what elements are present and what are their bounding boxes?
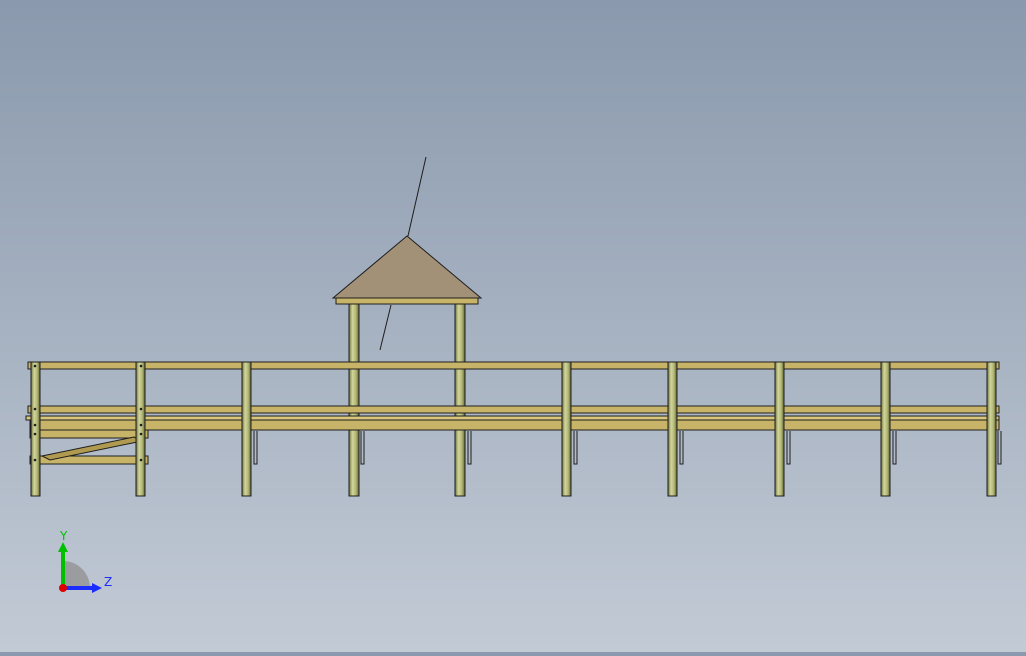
post[interactable] [241,361,252,497]
roof-brace-line [379,304,392,351]
stair-frame[interactable] [29,429,149,439]
gazebo-roof[interactable] [331,235,483,299]
top-handrail[interactable] [27,361,1000,370]
y-axis-arrow [58,542,68,552]
post[interactable] [774,361,785,497]
gazebo-roof-fascia[interactable] [335,297,479,305]
post[interactable] [667,361,678,497]
post[interactable] [561,361,572,497]
post[interactable] [986,361,997,497]
x-axis-dot [59,584,67,592]
roof-mast-line [407,156,427,237]
z-axis-arrow [92,583,102,593]
post[interactable] [135,361,146,497]
deck-board[interactable] [25,415,1000,421]
triad-quadrant [63,561,90,588]
graphics-viewport[interactable]: Y Z [0,0,1026,652]
gazebo-post-left[interactable] [348,303,360,497]
deck-beam[interactable] [29,419,1000,431]
post[interactable] [880,361,891,497]
gazebo-post-right[interactable] [454,303,466,497]
z-axis-label: Z [104,575,112,589]
y-axis-label: Y [59,529,68,543]
post[interactable] [30,361,41,497]
view-orientation-triad-icon[interactable]: Y Z [40,528,130,608]
mid-rail[interactable] [27,405,1000,414]
dock-model[interactable] [0,0,1026,652]
